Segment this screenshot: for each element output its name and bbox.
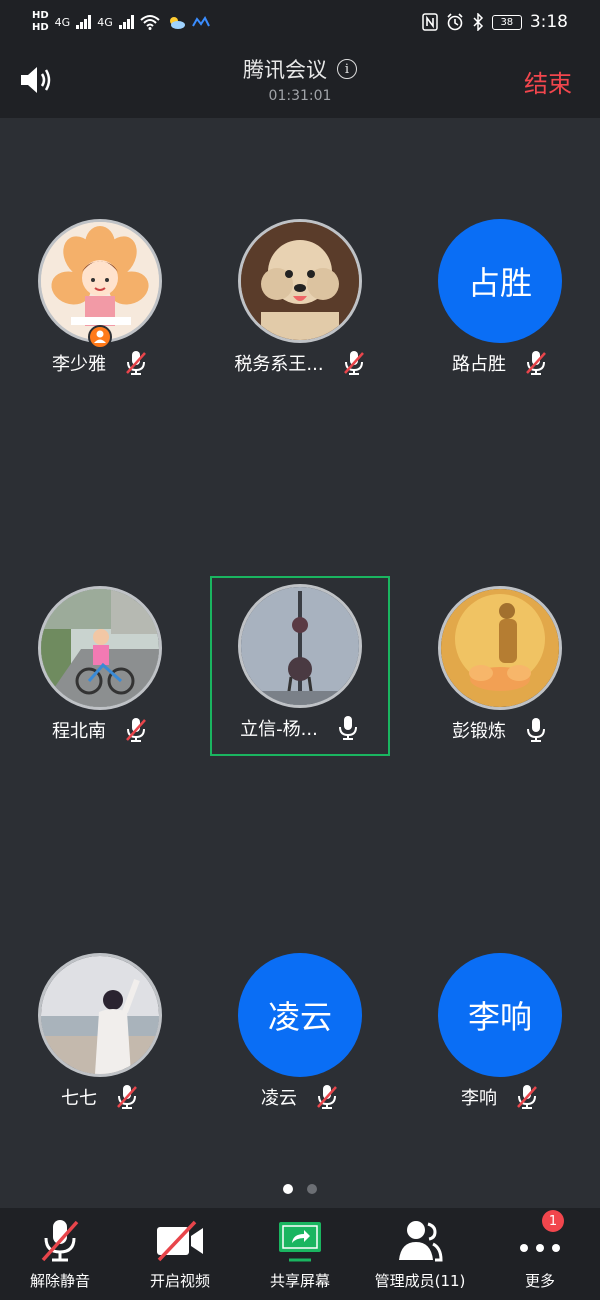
participant-name-row: 七七 bbox=[10, 1083, 190, 1111]
meeting-title-row[interactable]: 腾讯会议 i bbox=[243, 54, 357, 84]
hd-bottom-label: HD bbox=[32, 22, 49, 33]
nfc-icon bbox=[422, 13, 438, 31]
hd-top-label: HD bbox=[32, 10, 49, 21]
mic-icon bbox=[338, 716, 357, 740]
participant-tile[interactable]: 税务系王... bbox=[210, 211, 390, 391]
start-video-button[interactable]: 开启视频 bbox=[120, 1208, 240, 1300]
wifi-icon bbox=[140, 15, 160, 30]
clock-time: 3:18 bbox=[529, 12, 568, 32]
participant-avatar bbox=[438, 586, 562, 710]
participant-avatar: 李响 bbox=[438, 953, 562, 1077]
participant-avatar: 凌云 bbox=[238, 953, 362, 1077]
unmute-label: 解除静音 bbox=[29, 1272, 90, 1290]
battery-level: 38 bbox=[500, 16, 514, 28]
participant-tile[interactable]: 占胜 路占胜 bbox=[410, 211, 590, 391]
participant-name-row: 李响 bbox=[410, 1083, 590, 1111]
signal-icon bbox=[76, 15, 92, 29]
status-bar: HD HD 4G 4G 38 3:18 bbox=[0, 0, 600, 44]
share-screen-icon bbox=[279, 1222, 321, 1262]
participant-avatar bbox=[38, 953, 162, 1077]
manage-members-label: 管理成员(11) bbox=[374, 1272, 466, 1290]
participant-tile-active-speaker[interactable]: 立信-杨... bbox=[210, 576, 390, 756]
participant-tile[interactable]: 程北南 bbox=[10, 578, 190, 758]
person-by-sea-avatar-image bbox=[41, 956, 159, 1074]
participant-tile[interactable]: 彭锻炼 bbox=[410, 578, 590, 758]
mic-muted-icon bbox=[126, 351, 146, 375]
mic-muted-icon bbox=[317, 1085, 337, 1109]
participant-avatar bbox=[238, 584, 362, 708]
network-label-2: 4G bbox=[97, 15, 113, 29]
hd-indicator: HD HD bbox=[32, 10, 49, 34]
participant-name: 税务系王... bbox=[234, 354, 324, 375]
battery-icon: 38 bbox=[491, 14, 522, 30]
participant-name: 程北南 bbox=[52, 721, 106, 742]
bottom-toolbar: 解除静音 开启视频 共享屏幕 管理成员(11) 1 更多 bbox=[0, 1208, 600, 1300]
page-dot-active[interactable] bbox=[283, 1184, 293, 1194]
weather-icon bbox=[169, 17, 185, 29]
bluetooth-icon bbox=[473, 13, 483, 31]
participant-name: 李少雅 bbox=[52, 354, 106, 375]
meeting-header: 腾讯会议 i 01:31:01 结束 bbox=[0, 44, 600, 118]
participant-name: 立信-杨... bbox=[240, 719, 318, 740]
mic-muted-icon bbox=[117, 1085, 137, 1109]
alarm-icon bbox=[447, 13, 463, 31]
start-video-label: 开启视频 bbox=[149, 1272, 210, 1290]
buddha-avatar-image bbox=[441, 589, 559, 707]
members-icon bbox=[399, 1221, 443, 1262]
mic-muted-icon bbox=[517, 1085, 537, 1109]
mic-muted-icon bbox=[343, 351, 364, 375]
participant-avatar: 占胜 bbox=[438, 219, 562, 343]
participant-name: 凌云 bbox=[261, 1088, 297, 1109]
more-label: 更多 bbox=[524, 1272, 555, 1290]
mic-icon bbox=[527, 718, 545, 742]
more-button[interactable]: 1 更多 bbox=[480, 1208, 600, 1300]
participant-avatar bbox=[38, 586, 162, 710]
participant-name-row: 彭锻炼 bbox=[410, 716, 590, 744]
title-area: 腾讯会议 i 01:31:01 bbox=[0, 54, 600, 104]
manage-members-button[interactable]: 管理成员(11) bbox=[360, 1208, 480, 1300]
participant-name-row: 李少雅 bbox=[10, 349, 190, 377]
host-badge-icon bbox=[88, 325, 112, 349]
end-meeting-button[interactable]: 结束 bbox=[524, 64, 572, 99]
participant-tile[interactable]: 李响 李响 bbox=[410, 945, 590, 1125]
unmute-button[interactable]: 解除静音 bbox=[0, 1208, 120, 1300]
participant-name: 路占胜 bbox=[452, 354, 506, 375]
participant-name-row: 程北南 bbox=[10, 716, 190, 744]
share-screen-button[interactable]: 共享屏幕 bbox=[240, 1208, 360, 1300]
participant-tile[interactable]: 凌云 凌云 bbox=[210, 945, 390, 1125]
participant-name-row: 税务系王... bbox=[210, 349, 390, 377]
poodle-avatar-image bbox=[241, 222, 359, 340]
participant-name: 七七 bbox=[61, 1088, 97, 1109]
participant-grid: 李少雅 税务系王... 占胜 路占胜 程北南 立信-杨... 彭锻炼 七七 凌云… bbox=[0, 118, 600, 1208]
participant-avatar bbox=[238, 219, 362, 343]
network-label-1: 4G bbox=[54, 15, 71, 29]
share-screen-label: 共享屏幕 bbox=[269, 1272, 330, 1290]
participant-name-row: 立信-杨... bbox=[212, 714, 388, 742]
camera-off-icon bbox=[157, 1220, 203, 1262]
participant-tile[interactable]: 李少雅 bbox=[10, 211, 190, 391]
tv-tower-avatar-image bbox=[241, 587, 359, 705]
mic-muted-icon bbox=[526, 351, 546, 375]
cartoon-girl-avatar-image bbox=[41, 222, 159, 340]
participant-name: 李响 bbox=[461, 1088, 497, 1109]
participant-name: 彭锻炼 bbox=[452, 721, 506, 742]
meeting-timer: 01:31:01 bbox=[268, 88, 332, 104]
page-dot[interactable] bbox=[307, 1184, 317, 1194]
signal-icon-2 bbox=[118, 15, 134, 29]
mic-muted-icon bbox=[126, 718, 146, 742]
app-notify-icon bbox=[191, 16, 210, 27]
meeting-title: 腾讯会议 bbox=[243, 58, 327, 82]
participant-tile[interactable]: 七七 bbox=[10, 945, 190, 1125]
participant-name-row: 路占胜 bbox=[410, 349, 590, 377]
page-indicator[interactable] bbox=[0, 1184, 600, 1194]
info-icon[interactable]: i bbox=[337, 59, 357, 79]
child-bicycle-avatar-image bbox=[41, 589, 159, 707]
mic-muted-icon bbox=[41, 1220, 79, 1262]
participant-name-row: 凌云 bbox=[210, 1083, 390, 1111]
notification-badge: 1 bbox=[542, 1210, 564, 1232]
